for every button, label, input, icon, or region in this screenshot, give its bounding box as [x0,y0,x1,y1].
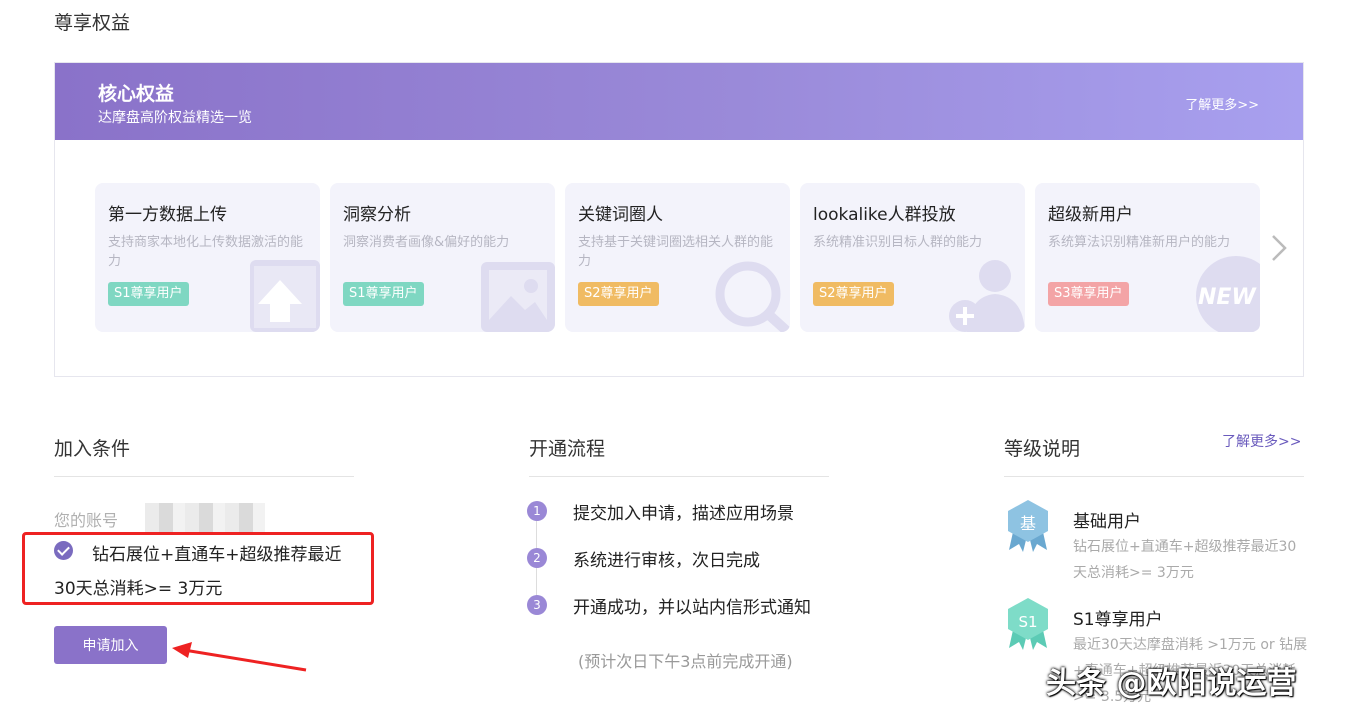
rights-card[interactable]: lookalike人群投放 系统精准识别目标人群的能力 S2尊享用户 [800,183,1025,332]
basic-level-badge-text: 基 [1020,514,1036,533]
levels-title: 等级说明 [1004,438,1081,460]
card-badge: S1尊享用户 [108,282,189,306]
page-title: 尊享权益 [54,12,131,34]
card-title: lookalike人群投放 [813,205,956,225]
level-name: S1尊享用户 [1073,610,1163,630]
page: 尊享权益 核心权益 达摩盘高阶权益精选一览 了解更多>> 第一方数据上传 支持商… [0,0,1346,715]
add-user-icon [949,260,1025,332]
core-rights-banner: 核心权益 达摩盘高阶权益精选一览 了解更多>> [55,63,1303,140]
condition-line-1: 钻石展位+直通车+超级推荐最近 [92,545,342,565]
card-desc: 洞察消费者画像&偏好的能力 [343,235,510,250]
join-title: 加入条件 [54,438,131,460]
basic-level-badge-icon: 基 [1008,500,1048,552]
rights-card[interactable]: 关键词圈人 支持基于关键词圈选相关人群的能力 S2尊享用户 [565,183,790,332]
s1-level-badge-text: S1 [1018,613,1037,631]
card-desc: 系统算法识别精准新用户的能力 [1048,235,1231,250]
core-rights-subtitle: 达摩盘高阶权益精选一览 [98,110,252,126]
divider [1004,476,1304,477]
process-note: (预计次日下午3点前完成开通) [578,652,793,671]
rights-card[interactable]: 超级新用户 系统算法识别精准新用户的能力 S3尊享用户 NEW [1035,183,1260,332]
step-text: 提交加入申请，描述应用场景 [573,504,794,524]
level-name: 基础用户 [1073,512,1141,532]
core-rights-title: 核心权益 [98,83,175,105]
card-title: 第一方数据上传 [108,205,227,225]
red-arrow-icon [172,642,307,672]
core-more-link[interactable]: 了解更多>> [1185,94,1259,113]
chevron-right-icon[interactable] [1267,233,1289,263]
rights-card[interactable]: 洞察分析 洞察消费者画像&偏好的能力 S1尊享用户 [330,183,555,332]
step-number: 3 [527,595,547,615]
card-badge: S2尊享用户 [813,282,894,306]
svg-text:NEW: NEW [1198,285,1257,310]
image-icon [481,262,555,332]
account-blurred [145,503,265,533]
step-text: 开通成功，并以站内信形式通知 [573,598,811,618]
card-badge: S2尊享用户 [578,282,659,306]
card-badge: S1尊享用户 [343,282,424,306]
divider [529,476,829,477]
apply-join-button[interactable]: 申请加入 [54,626,167,664]
levels-more-link[interactable]: 了解更多>> [1222,431,1301,451]
rights-card[interactable]: 第一方数据上传 支持商家本地化上传数据激活的能力 S1尊享用户 [95,183,320,332]
check-circle-icon [54,541,73,560]
search-icon [715,261,790,332]
card-title: 关键词圈人 [578,205,663,225]
account-label: 您的账号 [54,511,119,530]
card-badge: S3尊享用户 [1048,282,1129,306]
new-icon: NEW [1196,256,1260,332]
watermark: 头条 @欧阳说运营 [1046,666,1297,701]
core-rights-panel: 核心权益 达摩盘高阶权益精选一览 了解更多>> 第一方数据上传 支持商家本地化上… [54,62,1304,377]
step-number: 1 [527,501,547,521]
step-text: 系统进行审核，次日完成 [573,551,760,571]
divider [54,476,354,477]
card-title: 洞察分析 [343,205,411,225]
level-desc: 钻石展位+直通车+超级推荐最近30天总消耗>= 3万元 [1073,539,1297,581]
card-title: 超级新用户 [1048,205,1133,225]
s1-level-badge-icon: S1 [1008,598,1048,650]
upload-icon [250,260,320,332]
card-desc: 系统精准识别目标人群的能力 [813,235,983,250]
step-number: 2 [527,548,547,568]
condition-line-2: 30天总消耗>= 3万元 [54,579,223,599]
process-title: 开通流程 [529,438,606,460]
